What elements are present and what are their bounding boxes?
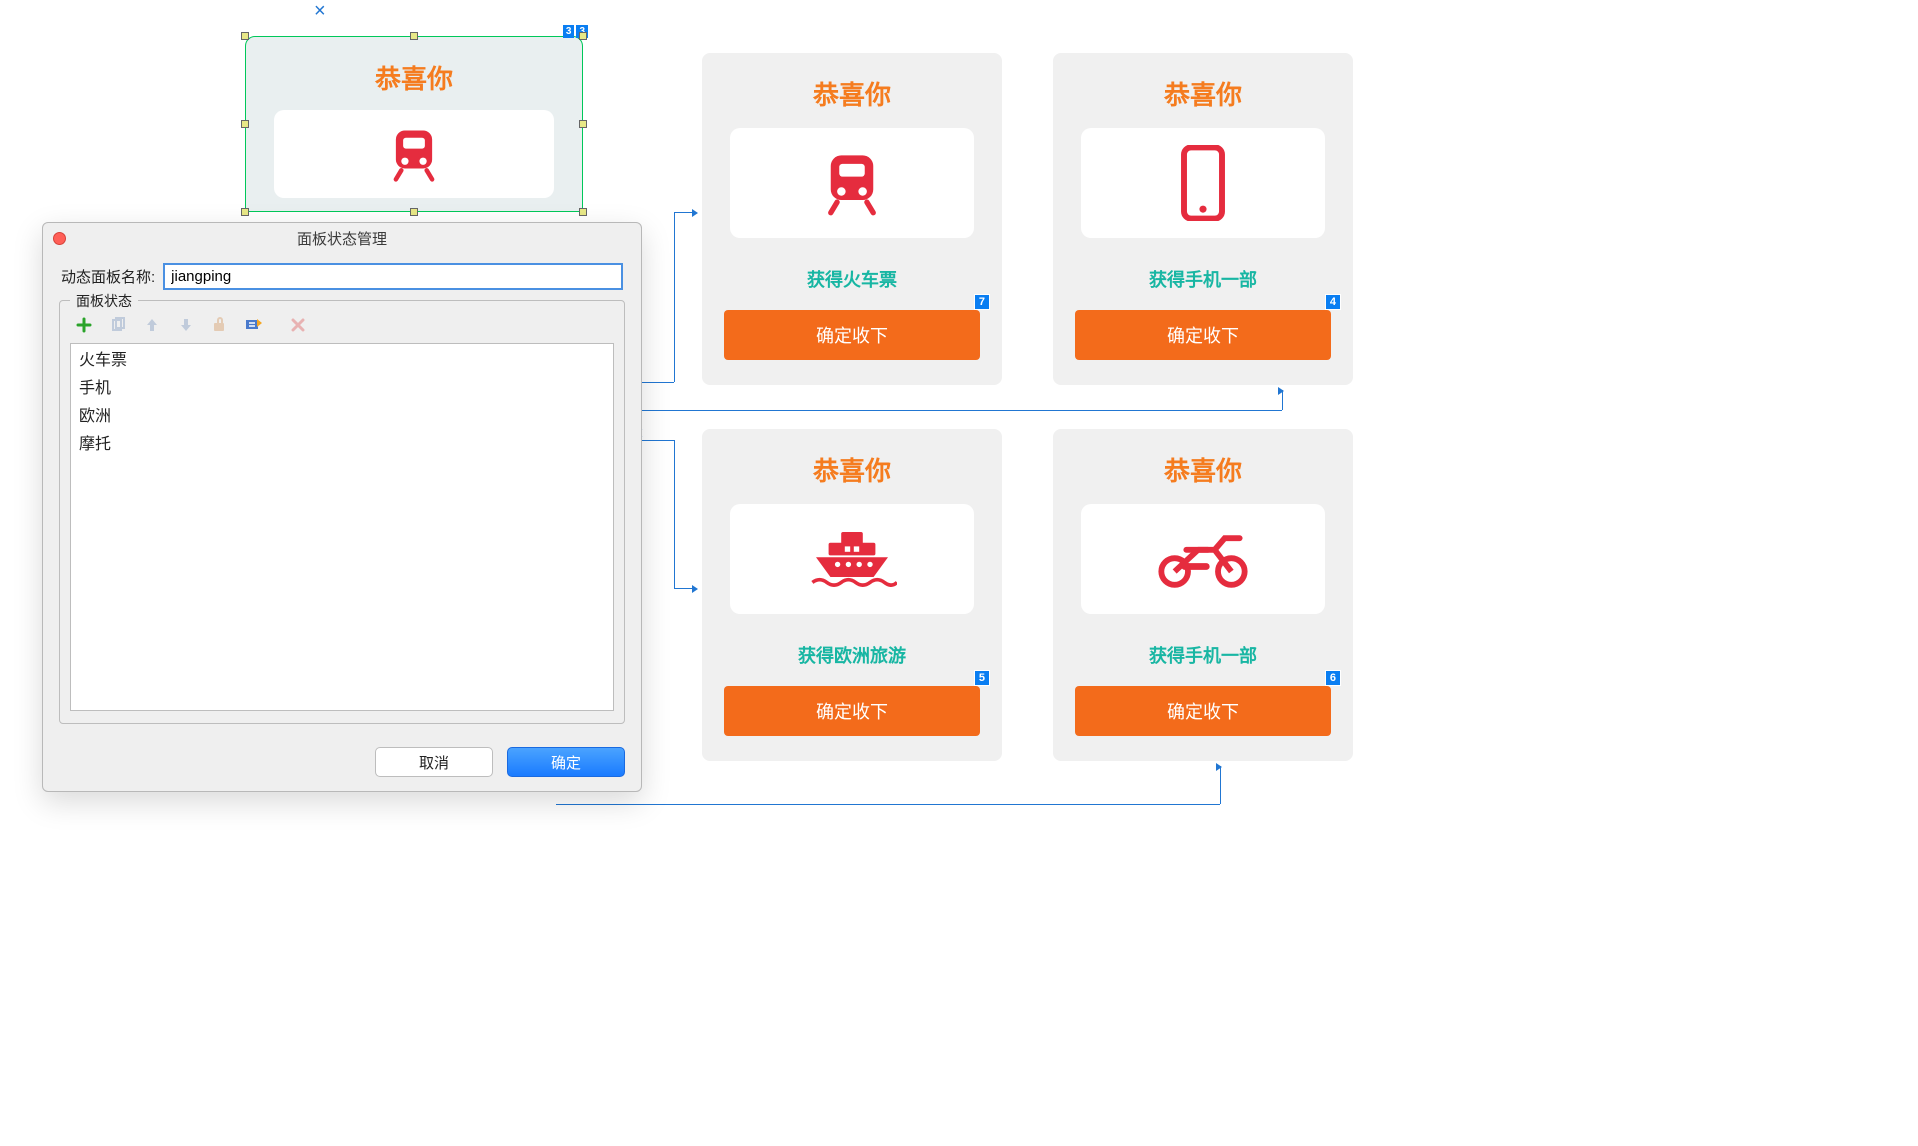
state-item[interactable]: 欧洲 [71,400,613,428]
congrats-title: 恭喜你 [246,37,582,96]
connector-line [620,410,1282,411]
confirm-button[interactable]: 确定收下 5 [724,686,980,736]
edit-state-icon[interactable] [210,315,230,335]
move-down-icon[interactable] [176,315,196,335]
connector-arrow [674,588,696,589]
prize-card-train: 恭喜你 获得火车票 确定收下 7 [702,53,1002,385]
ship-icon [807,524,897,594]
prize-card-phone: 恭喜你 获得手机一部 确定收下 4 [1053,53,1353,385]
train-icon [818,149,886,217]
connector-line [674,212,675,382]
panel-states-fieldset: 面板状态 火车票 手 [59,300,625,724]
dialog-buttons: 取消 确定 [375,747,625,777]
connector-line [1282,390,1283,410]
badge-number: 6 [1325,670,1341,686]
icon-box [274,110,554,198]
ok-button[interactable]: 确定 [507,747,625,777]
resize-handle[interactable] [410,32,418,40]
prize-label: 获得火车票 [724,266,980,292]
icon-box [730,504,974,614]
dialog-titlebar[interactable]: 面板状态管理 [43,223,641,253]
prize-card-ship: 恭喜你 获得欧洲旅游 确定收下 5 [702,429,1002,761]
confirm-button-label: 确定收下 [1167,326,1239,346]
state-item[interactable]: 手机 [71,372,613,400]
resize-handle[interactable] [579,32,587,40]
confirm-button[interactable]: 确定收下 6 [1075,686,1331,736]
congrats-title: 恭喜你 [724,451,980,488]
cancel-button[interactable]: 取消 [375,747,493,777]
motorcycle-icon [1153,527,1253,591]
confirm-button-label: 确定收下 [1167,702,1239,722]
edit-all-icon[interactable] [244,315,264,335]
resize-handle[interactable] [241,208,249,216]
badge-number: 4 [1325,294,1341,310]
icon-box [1081,504,1325,614]
congrats-title: 恭喜你 [1075,451,1331,488]
resize-handle[interactable] [241,32,249,40]
prize-label: 获得手机一部 [1075,266,1331,292]
congrats-title: 恭喜你 [724,75,980,112]
resize-handle[interactable] [241,120,249,128]
state-item[interactable]: 摩托 [71,428,613,456]
congrats-title: 恭喜你 [1075,75,1331,112]
confirm-button-label: 确定收下 [816,702,888,722]
panel-name-field-row: 动态面板名称: [43,253,641,296]
panel-name-label: 动态面板名称: [61,266,155,287]
panel-name-input[interactable] [163,263,623,290]
window-close-icon[interactable] [53,232,66,245]
badge-number: 7 [974,294,990,310]
connector-arrow [674,212,696,213]
duplicate-state-icon[interactable] [108,315,128,335]
badge-number: 3 [563,25,575,38]
prize-card-motorcycle: 恭喜你 获得手机一部 确定收下 6 [1053,429,1353,761]
state-item[interactable]: 火车票 [71,344,613,372]
fieldset-legend: 面板状态 [70,291,138,311]
resize-handle[interactable] [579,208,587,216]
train-icon [385,125,443,183]
connector-line [674,440,675,588]
badge-number: 5 [974,670,990,686]
confirm-button[interactable]: 确定收下 4 [1075,310,1331,360]
prize-label: 获得欧洲旅游 [724,642,980,668]
connector-line [556,804,557,805]
confirm-button[interactable]: 确定收下 7 [724,310,980,360]
selected-dynamic-panel[interactable]: 3 3 恭喜你 [245,36,583,212]
move-up-icon[interactable] [142,315,162,335]
panel-state-dialog: 面板状态管理 动态面板名称: 面板状态 [42,222,642,792]
icon-box [1081,128,1325,238]
state-list[interactable]: 火车票 手机 欧洲 摩托 [70,343,614,711]
delete-state-icon[interactable] [288,315,308,335]
dialog-title: 面板状态管理 [43,228,641,249]
resize-handle[interactable] [579,120,587,128]
resize-handle[interactable] [410,208,418,216]
add-state-icon[interactable] [74,315,94,335]
prize-label: 获得手机一部 [1075,642,1331,668]
icon-box [730,128,974,238]
states-toolbar [70,311,614,343]
connector-line [1220,766,1221,804]
connector-line [556,804,1220,805]
confirm-button-label: 确定收下 [816,326,888,346]
close-icon[interactable]: × [314,0,326,23]
phone-icon [1178,145,1228,221]
